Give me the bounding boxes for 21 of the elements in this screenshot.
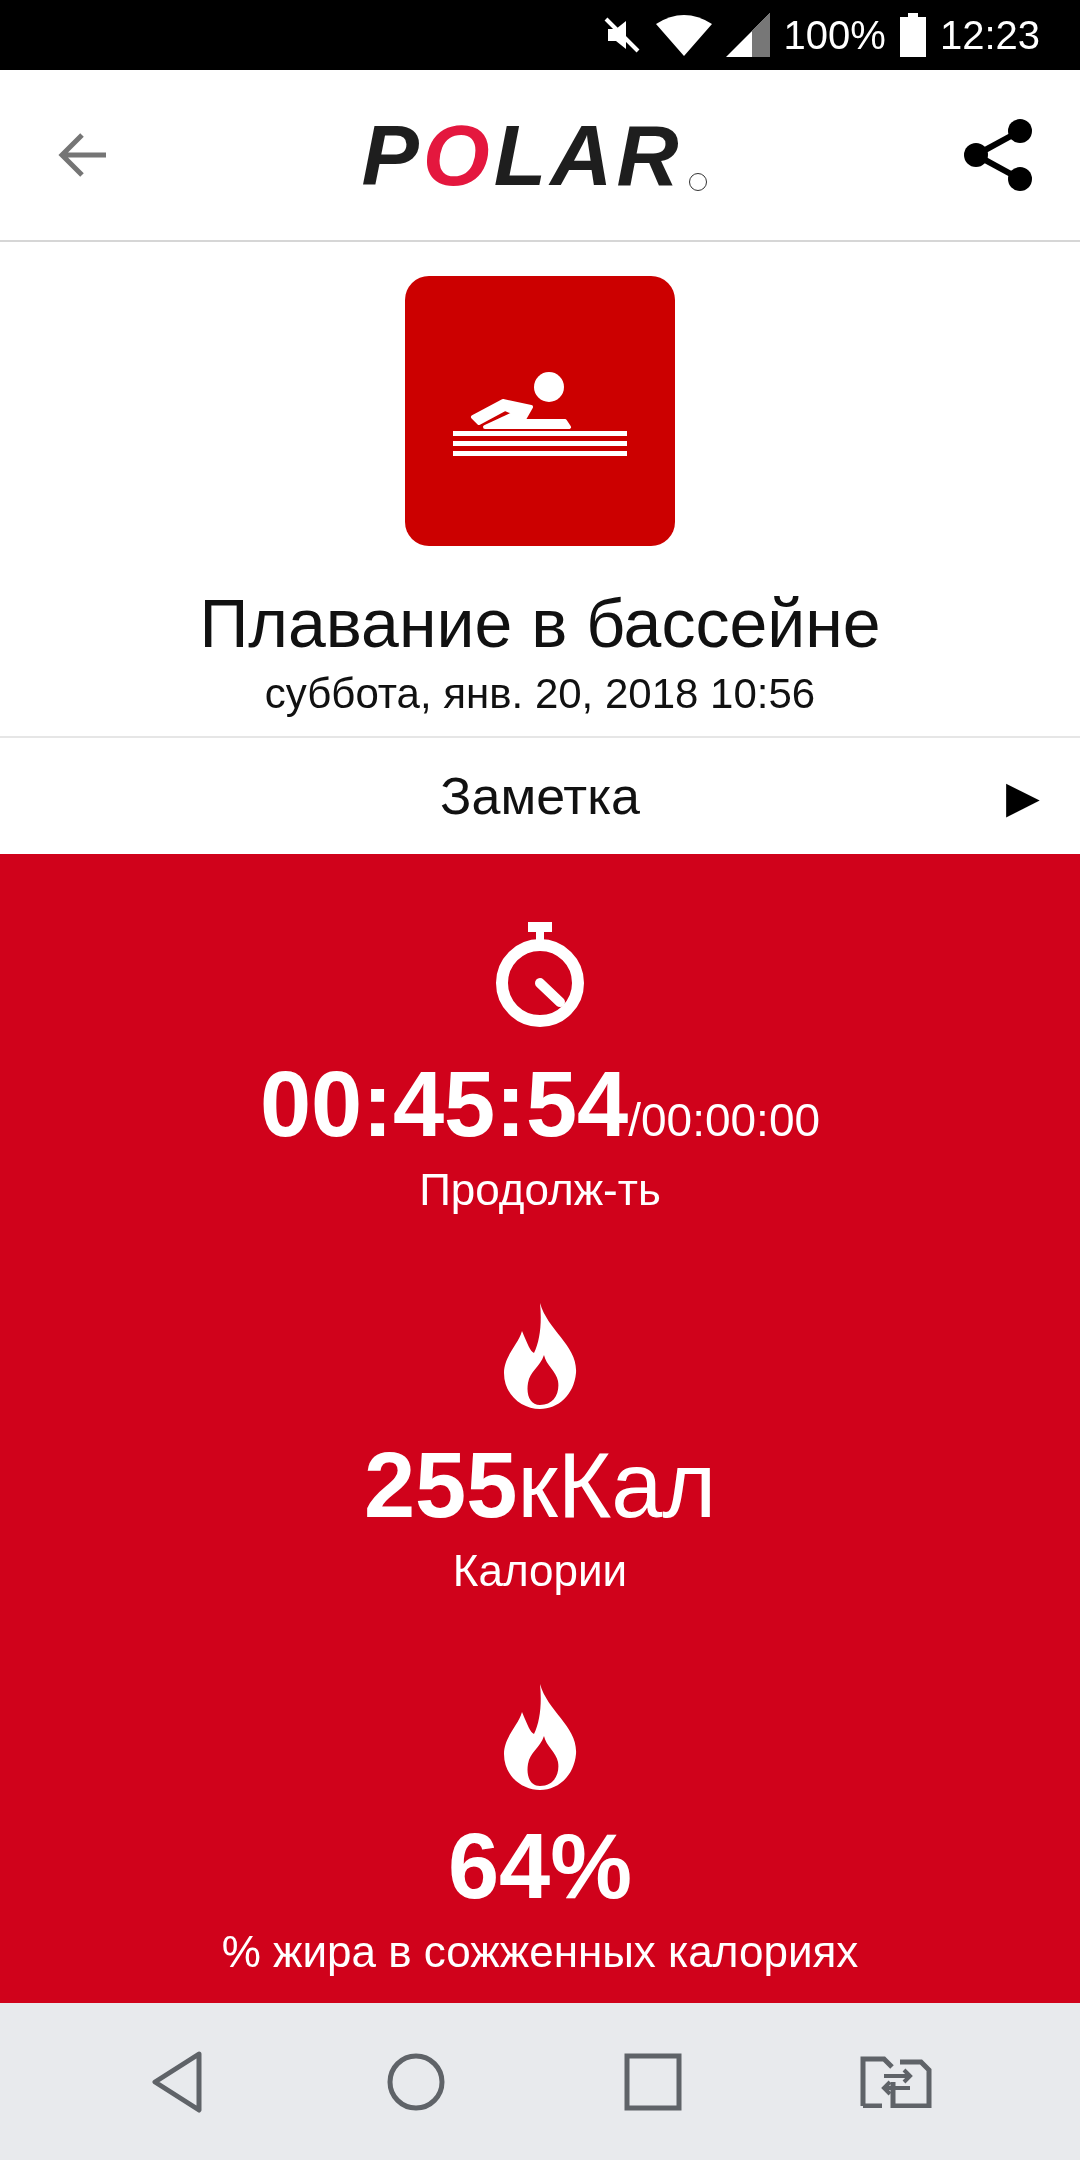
wifi-icon — [655, 14, 712, 56]
stat-unit: /00:00:00 — [628, 1093, 821, 1147]
activity-title: Плавание в бассейне — [199, 584, 881, 662]
stat-unit: кКал — [517, 1433, 717, 1538]
polar-logo: POLAR — [361, 105, 707, 205]
home-button[interactable] — [385, 2051, 446, 2112]
stat-label: Калории — [452, 1546, 628, 1596]
signal-icon — [725, 13, 770, 57]
sim-switch-button[interactable] — [859, 2055, 932, 2108]
stat-label: % жира в сожженных калориях — [221, 1927, 859, 1977]
clock-time: 12:23 — [939, 12, 1040, 58]
battery-icon — [899, 13, 926, 57]
play-arrow: ▶ — [1006, 770, 1040, 822]
battery-percent: 100% — [783, 12, 886, 58]
recents-button[interactable] — [622, 2051, 683, 2112]
stat-value: 00:45:54 — [259, 1052, 629, 1157]
stat-value: 64% — [447, 1814, 633, 1919]
activity-date: суббота, янв. 20, 2018 10:56 — [264, 670, 816, 718]
back-button[interactable] — [56, 131, 108, 179]
stat-value: 255 — [363, 1433, 518, 1538]
stat-label: Продолж-ть — [419, 1165, 661, 1215]
